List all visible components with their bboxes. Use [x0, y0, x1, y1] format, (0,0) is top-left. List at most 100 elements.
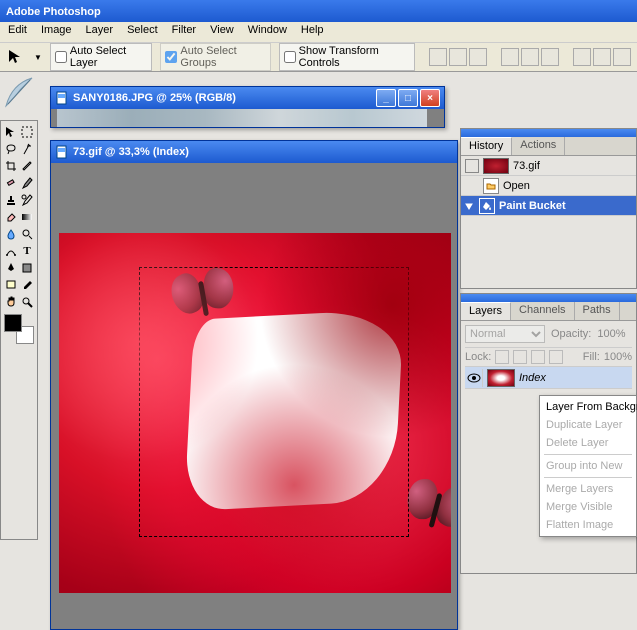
doc2-canvas[interactable]	[51, 163, 457, 629]
layer-context-menu: Layer From Background Duplicate Layer De…	[539, 395, 637, 537]
tab-history[interactable]: History	[461, 137, 512, 155]
feather-icon	[2, 76, 36, 120]
blur-tool[interactable]	[3, 225, 19, 242]
opacity-value: 100%	[597, 328, 625, 340]
tab-actions[interactable]: Actions	[512, 137, 565, 155]
fill-label: Fill:	[583, 351, 600, 363]
color-swatches[interactable]	[4, 314, 34, 344]
healing-tool[interactable]	[3, 174, 19, 191]
foreground-color-swatch[interactable]	[4, 314, 22, 332]
crop-tool[interactable]	[3, 157, 19, 174]
document-icon	[55, 91, 69, 105]
lock-pixels-icon[interactable]	[513, 350, 527, 364]
layer-visibility-icon[interactable]	[465, 369, 483, 387]
shape-tool[interactable]	[19, 259, 35, 276]
stamp-tool[interactable]	[3, 191, 19, 208]
dodge-tool[interactable]	[19, 225, 35, 242]
lock-position-icon[interactable]	[531, 350, 545, 364]
white-painted-area	[184, 309, 404, 512]
align-right-icon[interactable]	[541, 48, 559, 66]
distribute-bottom-icon[interactable]	[613, 48, 631, 66]
marquee-tool[interactable]	[19, 123, 35, 140]
layer-thumb	[487, 369, 515, 387]
auto-select-layer-option[interactable]: Auto Select Layer	[50, 43, 153, 71]
auto-select-groups-option[interactable]: Auto Select Groups	[160, 43, 270, 71]
type-tool[interactable]: T	[19, 242, 35, 259]
show-transform-checkbox[interactable]	[284, 51, 296, 63]
menu-bar: Edit Image Layer Select Filter View Wind…	[0, 22, 637, 42]
doc1-titlebar[interactable]: SANY0186.JPG @ 25% (RGB/8) _ □ ×	[51, 87, 444, 109]
ctx-separator	[544, 477, 632, 478]
panel-gripper[interactable]	[461, 129, 636, 137]
doc2-titlebar[interactable]: 73.gif @ 33,3% (Index)	[51, 141, 457, 163]
eraser-tool[interactable]	[3, 208, 19, 225]
tab-layers[interactable]: Layers	[461, 302, 511, 320]
document-window-1[interactable]: SANY0186.JPG @ 25% (RGB/8) _ □ ×	[50, 86, 445, 128]
layer-name[interactable]: Index	[519, 372, 546, 384]
eyedropper-tool[interactable]	[19, 276, 35, 293]
blend-mode-select[interactable]: Normal	[465, 325, 545, 343]
wand-tool[interactable]	[19, 140, 35, 157]
menu-image[interactable]: Image	[41, 24, 72, 40]
distribute-top-icon[interactable]	[573, 48, 591, 66]
close-button[interactable]: ×	[420, 89, 440, 107]
notes-tool[interactable]	[3, 276, 19, 293]
menu-filter[interactable]: Filter	[172, 24, 196, 40]
app-title-text: Adobe Photoshop	[6, 6, 101, 18]
menu-help[interactable]: Help	[301, 24, 324, 40]
maximize-button[interactable]: □	[398, 89, 418, 107]
panel-gripper[interactable]	[461, 294, 636, 302]
lock-all-icon[interactable]	[549, 350, 563, 364]
history-state-marker-icon	[465, 201, 475, 211]
lasso-tool[interactable]	[3, 140, 19, 157]
align-buttons-group	[429, 48, 487, 66]
document-window-2[interactable]: 73.gif @ 33,3% (Index)	[50, 140, 458, 630]
tab-paths[interactable]: Paths	[575, 302, 620, 320]
distribute-vcenter-icon[interactable]	[593, 48, 611, 66]
tab-channels[interactable]: Channels	[511, 302, 574, 320]
align-left-icon[interactable]	[501, 48, 519, 66]
menu-edit[interactable]: Edit	[8, 24, 27, 40]
show-transform-option[interactable]: Show Transform Controls	[279, 43, 415, 71]
history-snapshot-row[interactable]: 73.gif	[461, 156, 636, 176]
history-brush-tool[interactable]	[19, 191, 35, 208]
zoom-tool[interactable]	[19, 293, 35, 310]
path-tool[interactable]	[3, 242, 19, 259]
ctx-flatten-image: Flatten Image	[540, 516, 636, 534]
align-hcenter-icon[interactable]	[521, 48, 539, 66]
align-bottom-icon[interactable]	[469, 48, 487, 66]
paintbucket-step-icon	[479, 198, 495, 214]
auto-select-groups-checkbox[interactable]	[165, 51, 177, 63]
lock-transparent-icon[interactable]	[495, 350, 509, 364]
lock-label: Lock:	[465, 351, 491, 363]
move-tool-preset-icon[interactable]	[6, 46, 26, 68]
align-top-icon[interactable]	[429, 48, 447, 66]
document-icon	[55, 145, 69, 159]
layers-panel-tabs: Layers Channels Paths	[461, 302, 636, 321]
tool-dropdown-icon[interactable]: ▼	[34, 53, 42, 62]
history-step-paintbucket[interactable]: Paint Bucket	[461, 196, 636, 216]
snapshot-source-icon[interactable]	[465, 159, 479, 173]
layer-row-index[interactable]: Index	[465, 367, 632, 389]
align-vcenter-icon[interactable]	[449, 48, 467, 66]
slice-tool[interactable]	[19, 157, 35, 174]
menu-select[interactable]: Select	[127, 24, 158, 40]
history-step-open[interactable]: Open	[461, 176, 636, 196]
hand-tool[interactable]	[3, 293, 19, 310]
gradient-tool[interactable]	[19, 208, 35, 225]
brush-tool[interactable]	[19, 174, 35, 191]
menu-view[interactable]: View	[210, 24, 234, 40]
opacity-label: Opacity:	[551, 328, 591, 340]
distribute-buttons-group	[573, 48, 631, 66]
lock-row: Lock: Fill: 100%	[465, 347, 632, 367]
menu-layer[interactable]: Layer	[86, 24, 114, 40]
move-tool[interactable]	[3, 123, 19, 140]
layers-options-row: Normal Opacity: 100%	[465, 325, 632, 343]
show-transform-label: Show Transform Controls	[299, 45, 410, 69]
minimize-button[interactable]: _	[376, 89, 396, 107]
auto-select-layer-checkbox[interactable]	[55, 51, 67, 63]
ctx-layer-from-bg[interactable]: Layer From Background	[540, 398, 636, 416]
doc1-canvas[interactable]	[51, 109, 444, 127]
menu-window[interactable]: Window	[248, 24, 287, 40]
pen-tool[interactable]	[3, 259, 19, 276]
